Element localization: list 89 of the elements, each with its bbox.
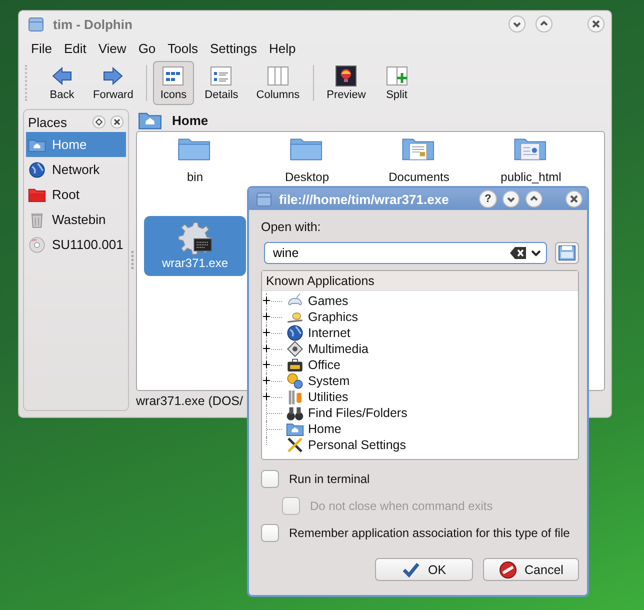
splitter-handle[interactable]	[131, 250, 134, 270]
location-title: Home	[172, 112, 208, 128]
places-item[interactable]: Home	[26, 132, 126, 157]
gears-icon	[286, 372, 304, 390]
prompt-label: Open with:	[261, 220, 322, 234]
media-player-icon	[286, 340, 304, 358]
tree-item[interactable]: Find Files/Folders	[266, 405, 578, 421]
checkbox-label: Run in terminal	[289, 472, 370, 486]
globe-icon	[28, 160, 46, 178]
picture-frame-icon	[335, 65, 358, 87]
maximize-icon[interactable]	[535, 15, 553, 33]
status-text: wrar371.exe (DOS/	[136, 393, 243, 410]
tree-item[interactable]: Utilities	[266, 389, 578, 405]
menu-item[interactable]: View	[92, 40, 132, 56]
window-title: tim - Dolphin	[53, 16, 134, 32]
menu-item[interactable]: Help	[263, 40, 302, 56]
expand-icon[interactable]	[263, 313, 270, 320]
expand-icon[interactable]	[263, 297, 270, 304]
minimize-icon[interactable]	[508, 15, 526, 33]
columns-view-icon	[266, 65, 289, 87]
icon-view-entry[interactable]: public_html	[480, 132, 582, 186]
tree-item[interactable]: Office	[266, 357, 578, 373]
browse-button[interactable]	[555, 242, 579, 264]
places-item[interactable]: SU1100.001	[26, 232, 126, 257]
icon-view-entry[interactable]: bin	[144, 132, 246, 186]
menu-item[interactable]: File	[25, 40, 58, 56]
disc-icon	[28, 236, 46, 254]
tree-item[interactable]: System	[266, 373, 578, 389]
list-view-icon	[210, 65, 232, 87]
checkbox-label: Remember application association for this type of file	[289, 526, 570, 540]
gear-icon	[177, 220, 213, 256]
toolbar-button[interactable]: Details	[198, 61, 246, 105]
close-icon[interactable]	[587, 15, 605, 33]
toolbar-button[interactable]: Forward	[86, 61, 140, 105]
menu-item[interactable]: Go	[132, 40, 162, 56]
icon-view-entry[interactable]: wrar371.exe	[144, 216, 246, 276]
panel-title: Places	[28, 114, 68, 130]
tree-item[interactable]: Multimedia	[266, 341, 578, 357]
expand-icon[interactable]	[263, 329, 270, 336]
places-item[interactable]: Network	[26, 157, 126, 182]
help-button[interactable]: ?	[479, 190, 497, 208]
tree-item[interactable]: Personal Settings	[266, 437, 578, 453]
expand-icon[interactable]	[263, 377, 270, 384]
icon-view-entry[interactable]: Documents	[368, 132, 470, 186]
close-icon[interactable]	[110, 115, 124, 129]
command-field[interactable]: wine	[273, 246, 506, 260]
checkbox[interactable]	[261, 524, 279, 542]
close-icon[interactable]	[565, 190, 583, 208]
cancel-button[interactable]: Cancel	[483, 558, 579, 581]
menu-item[interactable]: Settings	[204, 40, 263, 56]
app-icon	[27, 15, 45, 33]
split-view-icon	[386, 65, 408, 87]
toolbar-button[interactable]: Split	[376, 61, 417, 105]
tree-item[interactable]: Home	[266, 421, 578, 437]
toolbar-handle[interactable]	[25, 65, 30, 101]
app-icon	[255, 190, 273, 208]
clear-text-icon[interactable]	[510, 247, 526, 259]
ok-button[interactable]: OK	[375, 558, 473, 581]
places-item[interactable]: Root	[26, 182, 126, 207]
toolbar-button[interactable]: Columns	[249, 61, 307, 105]
icon-view-entry[interactable]: Desktop	[256, 132, 358, 186]
float-icon[interactable]	[92, 115, 106, 129]
command-combo-box[interactable]: wine	[264, 242, 547, 264]
briefcase-icon	[286, 356, 304, 374]
toolbar-button[interactable]: Icons	[153, 61, 194, 105]
arrow-right-icon	[102, 65, 124, 87]
tree-item[interactable]: Games	[266, 293, 578, 309]
minimize-icon[interactable]	[502, 190, 520, 208]
expand-icon[interactable]	[263, 361, 270, 368]
checkmark-icon	[402, 560, 420, 578]
tree-item[interactable]: Graphics	[266, 309, 578, 325]
menu-item[interactable]: Edit	[58, 40, 92, 56]
dropdown-caret-icon[interactable]	[530, 248, 542, 258]
tree-item[interactable]: Internet	[266, 325, 578, 341]
cancel-icon	[498, 560, 517, 578]
dialog-title: file:///home/tim/wrar371.exe	[279, 192, 450, 206]
globe-icon	[286, 324, 304, 342]
checkbox[interactable]	[261, 470, 279, 488]
places-item[interactable]: Wastebin	[26, 207, 126, 232]
column-header: Known Applications	[262, 271, 578, 291]
arrow-left-icon	[51, 65, 73, 87]
menu-item[interactable]: Tools	[162, 40, 204, 56]
icon-grid-icon	[162, 65, 184, 87]
expand-icon[interactable]	[263, 393, 270, 400]
toolbar-button[interactable]: Back	[42, 61, 82, 105]
checkbox-label: Do not close when command exits	[310, 499, 493, 513]
expand-icon[interactable]	[263, 345, 270, 352]
toolbar-button[interactable]: Preview	[320, 61, 373, 105]
maximize-icon[interactable]	[525, 190, 543, 208]
